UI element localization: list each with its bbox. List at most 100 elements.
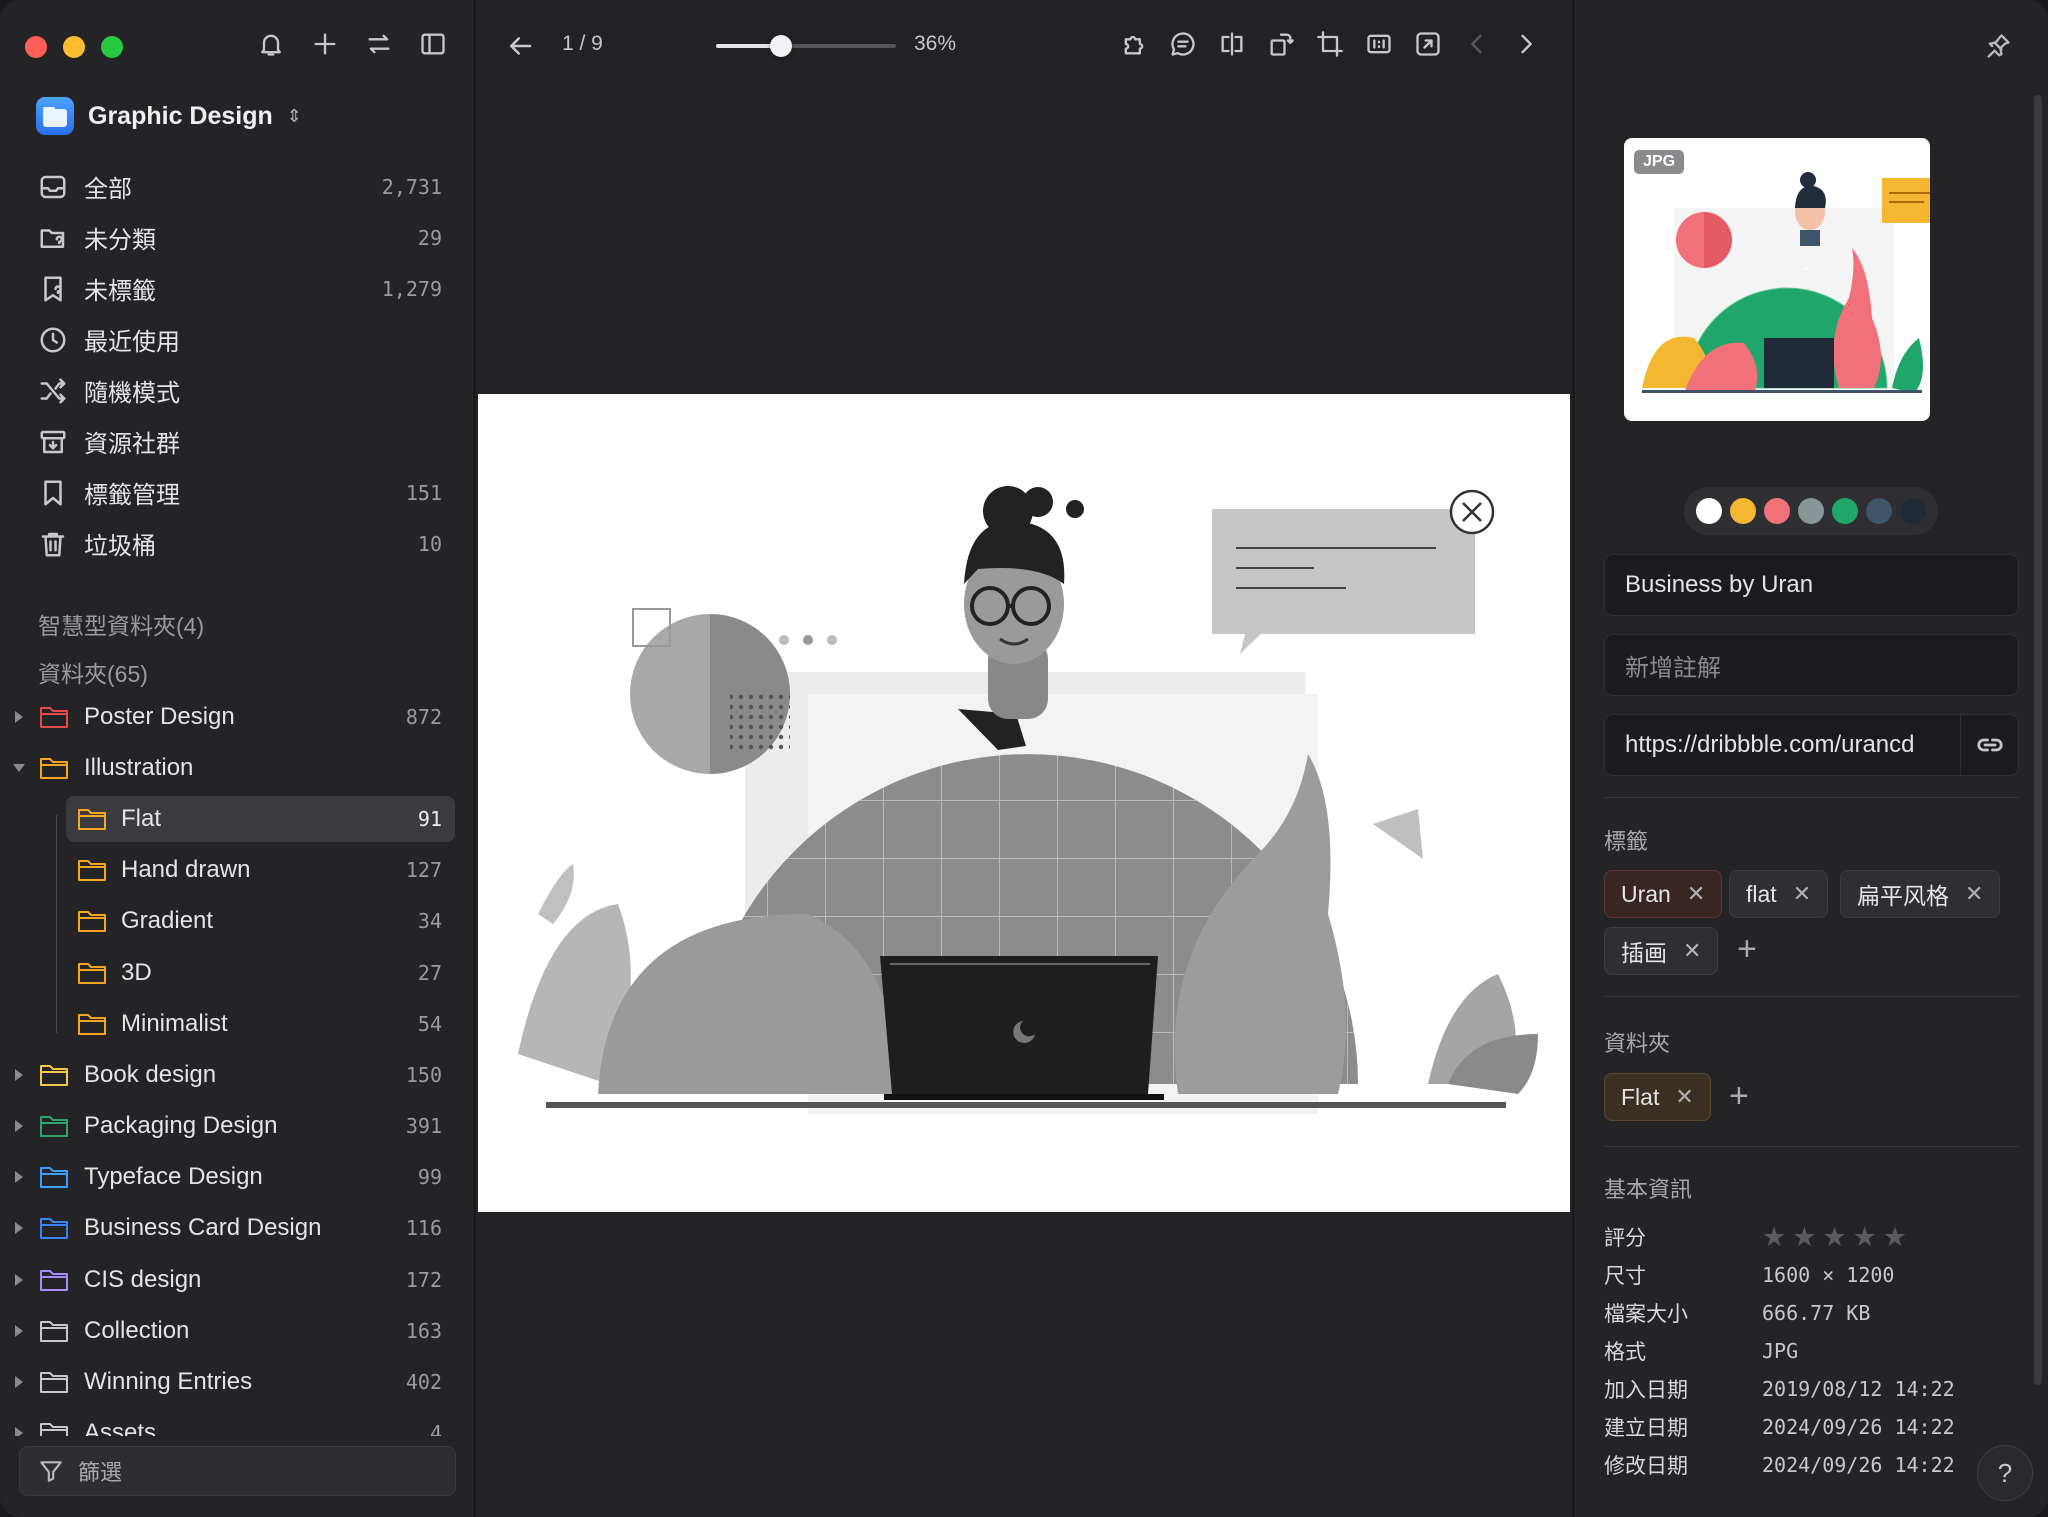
crop-button[interactable] bbox=[1314, 28, 1346, 60]
info-heading: 基本資訊 bbox=[1604, 1177, 1693, 1202]
color-swatch[interactable] bbox=[1764, 498, 1790, 524]
smart-folders-header[interactable]: 智慧型資料夾(4) bbox=[38, 607, 204, 641]
color-swatch[interactable] bbox=[1832, 498, 1858, 524]
collapse-toggle[interactable] bbox=[12, 761, 26, 775]
folder-flat[interactable]: Flat 91 bbox=[0, 793, 475, 844]
nav-item-random[interactable]: 隨機模式 bbox=[0, 365, 475, 416]
add-folder-button[interactable]: + bbox=[1729, 1077, 1749, 1116]
remove-tag-icon[interactable]: ✕ bbox=[1793, 881, 1811, 907]
folder-minimalist[interactable]: Minimalist 54 bbox=[0, 998, 475, 1049]
filter-button[interactable]: 篩選 bbox=[19, 1446, 456, 1496]
comment-button[interactable] bbox=[1167, 28, 1199, 60]
flip-horizontal-button[interactable] bbox=[1216, 28, 1248, 60]
color-swatch[interactable] bbox=[1696, 498, 1722, 524]
tag-chip[interactable]: Uran ✕ bbox=[1604, 870, 1723, 918]
expand-toggle[interactable] bbox=[12, 1375, 26, 1389]
info-row: 加入日期 2019/08/12 14:22 bbox=[1604, 1377, 1955, 1402]
folder-book-design[interactable]: Book design 150 bbox=[0, 1049, 475, 1100]
folder-poster-design[interactable]: Poster Design 872 bbox=[0, 691, 475, 742]
folder-collection[interactable]: Collection 163 bbox=[0, 1305, 475, 1356]
fit-screen-button[interactable] bbox=[1412, 28, 1444, 60]
zoom-slider[interactable] bbox=[716, 35, 896, 57]
url-field[interactable]: https://dribbble.com/urancd bbox=[1604, 714, 2019, 776]
title-field[interactable]: Business by Uran bbox=[1604, 554, 2019, 616]
minimize-window-button[interactable] bbox=[63, 36, 85, 58]
color-swatch[interactable] bbox=[1866, 498, 1892, 524]
nav-item-untagged[interactable]: 未標籤 1,279 bbox=[0, 263, 475, 314]
zoom-slider-handle[interactable] bbox=[769, 35, 792, 57]
expand-toggle[interactable] bbox=[12, 710, 26, 724]
sync-button[interactable] bbox=[363, 28, 395, 60]
actual-size-button[interactable] bbox=[1363, 28, 1395, 60]
folder-icon bbox=[76, 1010, 108, 1038]
color-swatch[interactable] bbox=[1730, 498, 1756, 524]
info-row: 檔案大小 666.77 KB bbox=[1604, 1301, 1871, 1326]
expand-toggle[interactable] bbox=[12, 1119, 26, 1133]
expand-toggle[interactable] bbox=[12, 1324, 26, 1338]
color-swatch[interactable] bbox=[1798, 498, 1824, 524]
folder-assets[interactable]: Assets 4 bbox=[0, 1408, 475, 1436]
info-table: 評分 ★ ★ ★ ★ ★ 尺寸 1600 × 1200 檔案大小 666.77 KB 格式 J… bbox=[1604, 1218, 2019, 1484]
plugins-button[interactable] bbox=[1118, 28, 1150, 60]
folder-icon bbox=[38, 1317, 70, 1345]
back-button[interactable] bbox=[504, 30, 536, 62]
rotate-button[interactable] bbox=[1265, 28, 1297, 60]
add-button[interactable] bbox=[309, 28, 341, 60]
folders-header[interactable]: 資料夾(65) bbox=[38, 655, 148, 689]
folder-packaging-design[interactable]: Packaging Design 391 bbox=[0, 1101, 475, 1152]
nav-item-tag-manager[interactable]: 標籤管理 151 bbox=[0, 467, 475, 518]
zoom-window-button[interactable] bbox=[101, 36, 123, 58]
expand-toggle[interactable] bbox=[12, 1273, 26, 1287]
tag-chip[interactable]: 插画 ✕ bbox=[1604, 927, 1719, 975]
expand-toggle[interactable] bbox=[12, 1426, 26, 1436]
toggle-sidebar-button[interactable] bbox=[417, 28, 449, 60]
rating-stars[interactable]: ★ ★ ★ ★ ★ bbox=[1762, 1222, 1907, 1253]
star-icon[interactable]: ★ bbox=[1822, 1222, 1846, 1253]
open-url-button[interactable] bbox=[1960, 715, 2018, 775]
nav-item-recent[interactable]: 最近使用 bbox=[0, 314, 475, 365]
remove-tag-icon[interactable]: ✕ bbox=[1683, 938, 1701, 964]
folder-gradient[interactable]: Gradient 34 bbox=[0, 896, 475, 947]
folder-winning-entries[interactable]: Winning Entries 402 bbox=[0, 1356, 475, 1407]
help-button[interactable]: ? bbox=[1977, 1445, 2033, 1501]
tag-question-icon bbox=[44, 276, 62, 301]
folder-3d[interactable]: 3D 27 bbox=[0, 947, 475, 998]
crop-icon bbox=[1317, 31, 1343, 57]
library-switcher[interactable]: Graphic Design ⇕ bbox=[36, 97, 302, 135]
expand-toggle[interactable] bbox=[12, 1221, 26, 1235]
remove-tag-icon[interactable]: ✕ bbox=[1687, 881, 1705, 907]
add-tag-button[interactable]: + bbox=[1737, 930, 1757, 969]
folder-chip[interactable]: Flat ✕ bbox=[1604, 1073, 1711, 1121]
inspector-scrollbar[interactable] bbox=[2034, 95, 2042, 1385]
star-icon[interactable]: ★ bbox=[1792, 1222, 1816, 1253]
remove-folder-icon[interactable]: ✕ bbox=[1675, 1084, 1693, 1110]
star-icon[interactable]: ★ bbox=[1883, 1222, 1907, 1253]
tag-chip[interactable]: 扁平风格 ✕ bbox=[1840, 870, 2001, 918]
nav-item-community[interactable]: 資源社群 bbox=[0, 416, 475, 467]
nav-item-all[interactable]: 全部 2,731 bbox=[0, 161, 475, 212]
star-icon[interactable]: ★ bbox=[1853, 1222, 1877, 1253]
expand-toggle[interactable] bbox=[12, 1170, 26, 1184]
folder-cis-design[interactable]: CIS design 172 bbox=[0, 1254, 475, 1305]
color-swatch[interactable] bbox=[1900, 498, 1926, 524]
remove-tag-icon[interactable]: ✕ bbox=[1965, 881, 1983, 907]
star-icon[interactable]: ★ bbox=[1762, 1222, 1786, 1253]
next-button[interactable] bbox=[1510, 28, 1542, 60]
folder-hand-drawn[interactable]: Hand drawn 127 bbox=[0, 845, 475, 896]
image-canvas[interactable] bbox=[478, 394, 1570, 1212]
tag-chip[interactable]: flat ✕ bbox=[1729, 870, 1829, 918]
sidebar-toggle-icon bbox=[421, 33, 445, 55]
folder-typeface-design[interactable]: Typeface Design 99 bbox=[0, 1152, 475, 1203]
close-window-button[interactable] bbox=[25, 36, 47, 58]
tags-heading: 標籤 bbox=[1604, 829, 1649, 854]
notifications-button[interactable] bbox=[255, 28, 287, 60]
nav-item-uncategorized[interactable]: 未分類 29 bbox=[0, 212, 475, 263]
previous-button[interactable] bbox=[1461, 28, 1493, 60]
image-thumbnail[interactable]: JPG bbox=[1624, 138, 1930, 421]
pin-button[interactable] bbox=[1982, 30, 2014, 62]
nav-item-trash[interactable]: 垃圾桶 10 bbox=[0, 518, 475, 569]
expand-toggle[interactable] bbox=[12, 1068, 26, 1082]
note-field[interactable]: 新增註解 bbox=[1604, 634, 2019, 696]
folder-business-card-design[interactable]: Business Card Design 116 bbox=[0, 1203, 475, 1254]
folder-illustration[interactable]: Illustration bbox=[0, 742, 475, 793]
